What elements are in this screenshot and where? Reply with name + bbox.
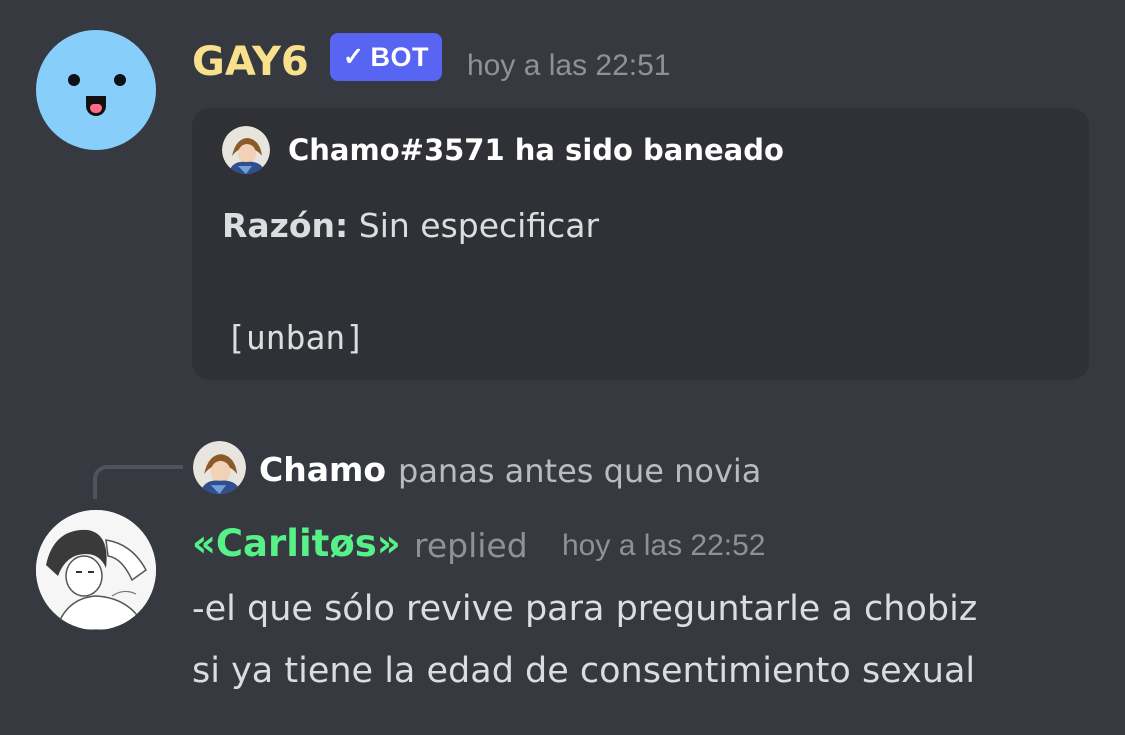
replied-label: replied [414,526,528,565]
message-timestamp[interactable]: hoy a las 22:52 [562,528,765,564]
reply-author-avatar[interactable] [193,441,246,494]
embed-author: Chamo#3571 ha sido baneado [288,133,784,167]
embed-description: Razón: Sin especificar [222,202,599,250]
bot-badge-label: BOT [370,41,429,72]
message-timestamp[interactable]: hoy a las 22:51 [467,48,670,84]
avatar-mouth [86,96,106,116]
user-avatar[interactable] [36,510,156,630]
avatar-eye-left [68,74,80,86]
reply-spine [93,465,183,499]
reply-preview-text[interactable]: panas antes que novia [398,450,761,492]
reply-author-name[interactable]: Chamo [259,448,386,492]
embed-author-avatar [222,126,270,174]
message-content-line: -el que sólo revive para preguntarle a c… [192,589,978,629]
reply-message-author-name[interactable]: «Carlitøs» [192,520,401,568]
embed-reason-label: Razón: [222,206,349,245]
avatar-eye-right [114,74,126,86]
message-content-line: si ya tiene la edad de consentimiento se… [192,651,976,691]
checkmark-icon: ✓ [343,42,365,71]
unban-code: [unban] [226,318,366,357]
bot-badge: ✓ BOT [330,33,442,81]
embed-reason-value: Sin especificar [358,206,600,245]
bot-avatar[interactable] [36,30,156,150]
bot-author-name[interactable]: GAY6 [192,38,309,86]
